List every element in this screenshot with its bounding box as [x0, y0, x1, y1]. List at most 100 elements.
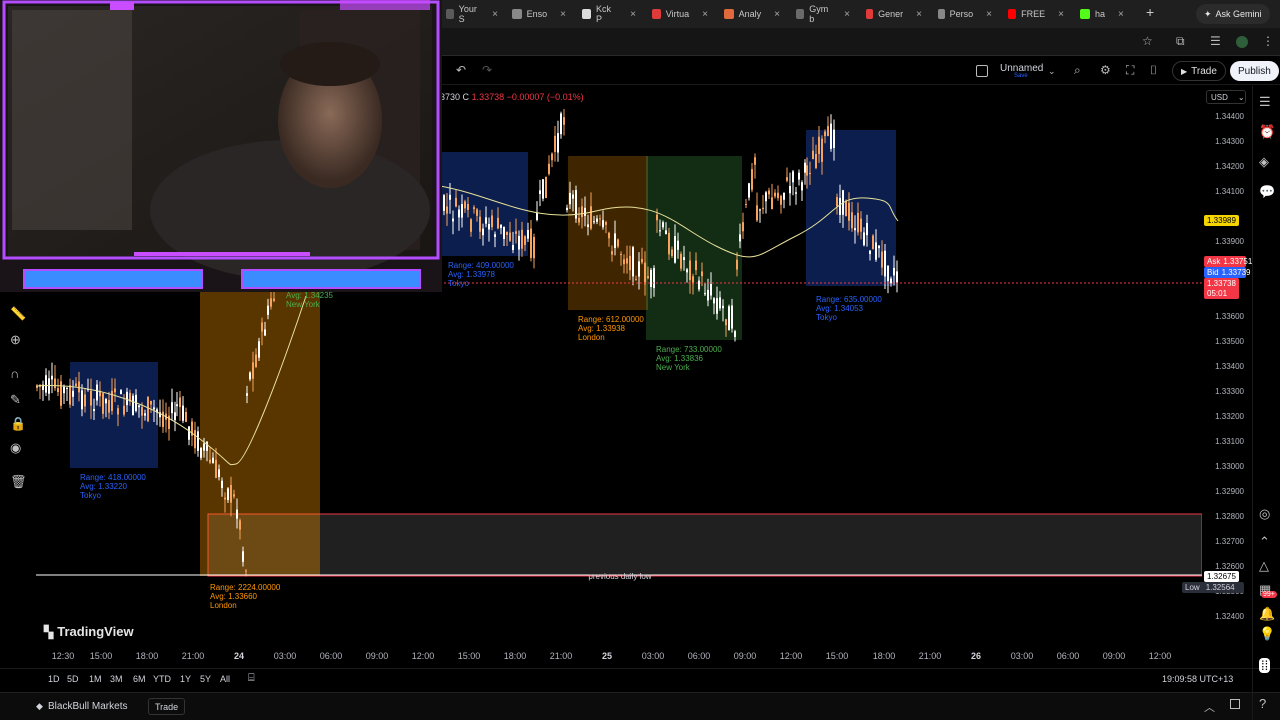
time-tick-label: 03:00: [1010, 651, 1034, 661]
browser-menu-icon[interactable]: ⋮: [1262, 34, 1274, 48]
period-button[interactable]: 1D: [48, 674, 60, 684]
time-tick-label: 26: [970, 651, 982, 661]
browser-tab[interactable]: ha ×: [1076, 4, 1134, 24]
collapse-up-icon[interactable]: ︿: [1204, 699, 1215, 715]
ideas-icon[interactable]: 💡: [1259, 626, 1275, 642]
candle-body: [117, 408, 119, 415]
extensions-icon[interactable]: ☰: [1210, 34, 1221, 48]
browser-tab[interactable]: Analy ×: [720, 4, 784, 24]
candle-body: [90, 390, 92, 406]
redo-icon[interactable]: ↷: [482, 63, 492, 77]
settings-gear-icon[interactable]: ⚙: [1100, 63, 1111, 77]
price-axis[interactable]: 1.34400 1.34300 1.34200 1.34100 1.33900 1.336…: [1202, 86, 1252, 646]
close-tab-icon[interactable]: ×: [560, 9, 566, 20]
close-tab-icon[interactable]: ×: [774, 9, 780, 20]
close-tab-icon[interactable]: ×: [1118, 9, 1124, 20]
time-axis[interactable]: 12:30 15:00 18:00 21:00 24 03:00 06:00 09:00 12:…: [36, 648, 1202, 666]
session-box-london: [200, 284, 320, 576]
zoom-in-icon[interactable]: ⊕: [10, 332, 21, 348]
browser-tab[interactable]: Your S ×: [442, 4, 502, 24]
period-button[interactable]: 5D: [67, 674, 79, 684]
candle-body: [476, 209, 478, 216]
drawing-toolbar: 📏 ⊕ ∩ ✎ 🔒 ◉ 🗑: [0, 296, 34, 496]
browser-tab[interactable]: Virtua ×: [648, 4, 712, 24]
browser-tab[interactable]: FREE ×: [1004, 4, 1068, 24]
watchlist-icon[interactable]: ☰: [1259, 94, 1271, 110]
close-tab-icon[interactable]: ×: [630, 9, 636, 20]
undo-icon[interactable]: ↶: [456, 63, 466, 77]
period-button[interactable]: 6M: [133, 674, 146, 684]
close-tab-icon[interactable]: ×: [844, 9, 850, 20]
candle-body: [120, 390, 122, 395]
candle-body: [731, 305, 733, 329]
ask-gemini-label: Ask Gemini: [1215, 9, 1262, 19]
ask-gemini-button[interactable]: ✦ Ask Gemini: [1196, 4, 1270, 24]
chat-icon[interactable]: 💬: [1259, 184, 1275, 200]
help-icon[interactable]: ?: [1259, 696, 1266, 711]
candle-body: [270, 298, 272, 307]
browser-tab[interactable]: Gym b ×: [792, 4, 854, 24]
currency-selector[interactable]: USD ⌄: [1206, 90, 1246, 104]
pencil-lock-icon[interactable]: ✎: [10, 392, 21, 408]
candle-body: [845, 200, 847, 217]
browser-tab[interactable]: Perso ×: [934, 4, 996, 24]
close-tab-icon[interactable]: ×: [492, 9, 498, 20]
close-tab-icon[interactable]: ×: [1058, 9, 1064, 20]
candle-body: [827, 126, 829, 137]
camera-icon[interactable]: ⌷: [1150, 63, 1157, 78]
search-icon[interactable]: ⌕: [1074, 63, 1081, 78]
trash-icon[interactable]: 🗑: [10, 474, 27, 490]
period-button[interactable]: YTD: [153, 674, 171, 684]
new-tab-button[interactable]: +: [1146, 4, 1154, 20]
target-icon[interactable]: ◎: [1259, 506, 1270, 522]
magnet-icon[interactable]: ∩: [10, 366, 19, 381]
browser-tab[interactable]: Gener ×: [862, 4, 926, 24]
candle-body: [114, 388, 116, 393]
time-tick-label: 12:00: [411, 651, 435, 661]
tradingview-logo[interactable]: ▚ TradingView: [44, 624, 134, 639]
publish-button[interactable]: Publish: [1230, 61, 1279, 81]
notification-bell-icon[interactable]: 🔔: [1259, 606, 1275, 622]
maximize-panel-icon[interactable]: [1230, 699, 1240, 709]
period-button[interactable]: 1Y: [180, 674, 191, 684]
candle-body: [641, 258, 643, 263]
chevron-down-icon[interactable]: ⌄: [1048, 66, 1056, 77]
close-tab-icon[interactable]: ×: [916, 9, 922, 20]
period-button[interactable]: All: [220, 674, 230, 684]
reader-mode-icon[interactable]: ⧉: [1176, 34, 1185, 49]
candle-body: [759, 209, 761, 211]
browser-tab[interactable]: Enso ×: [508, 4, 570, 24]
trade-button[interactable]: ▶ Trade: [1172, 61, 1226, 81]
apps-grid-icon[interactable]: ⁞⁞: [1259, 658, 1271, 673]
chevron-up-icon[interactable]: ⌃: [1259, 534, 1270, 550]
date-range-icon[interactable]: ⌸: [248, 672, 255, 685]
period-button[interactable]: 1M: [89, 674, 102, 684]
ruler-icon[interactable]: 📏: [10, 306, 26, 322]
clock[interactable]: 19:09:58 UTC+13: [1162, 674, 1233, 684]
candle-body: [491, 215, 493, 228]
browser-tab[interactable]: Kck P ×: [578, 4, 640, 24]
close-tab-icon[interactable]: ×: [986, 9, 992, 20]
time-tick-label: 15:00: [457, 651, 481, 661]
candle-body: [497, 217, 499, 229]
layout-icon[interactable]: [976, 65, 988, 77]
alerts-clock-icon[interactable]: ⏰: [1259, 124, 1275, 140]
candle-body: [153, 407, 155, 410]
period-button[interactable]: 3M: [110, 674, 123, 684]
layers-icon[interactable]: ◈: [1259, 154, 1269, 170]
close-tab-icon[interactable]: ×: [702, 9, 708, 20]
candle-body: [138, 405, 140, 408]
footer-trade-button[interactable]: Trade: [148, 698, 186, 715]
broker-name[interactable]: BlackBull Markets: [48, 701, 127, 712]
fullscreen-icon[interactable]: ⛶: [1126, 63, 1134, 78]
triangle-icon[interactable]: △: [1259, 558, 1269, 574]
candle-body: [171, 402, 173, 414]
eye-icon[interactable]: ◉: [10, 440, 21, 456]
session-label: Tokyo: [816, 313, 837, 322]
profile-avatar[interactable]: [1236, 36, 1248, 48]
time-tick-label: 06:00: [1056, 651, 1080, 661]
layout-save-status: Save: [1014, 73, 1028, 79]
period-button[interactable]: 5Y: [200, 674, 211, 684]
lock-icon[interactable]: 🔒: [10, 416, 26, 432]
bookmark-star-icon[interactable]: ☆: [1142, 34, 1153, 48]
